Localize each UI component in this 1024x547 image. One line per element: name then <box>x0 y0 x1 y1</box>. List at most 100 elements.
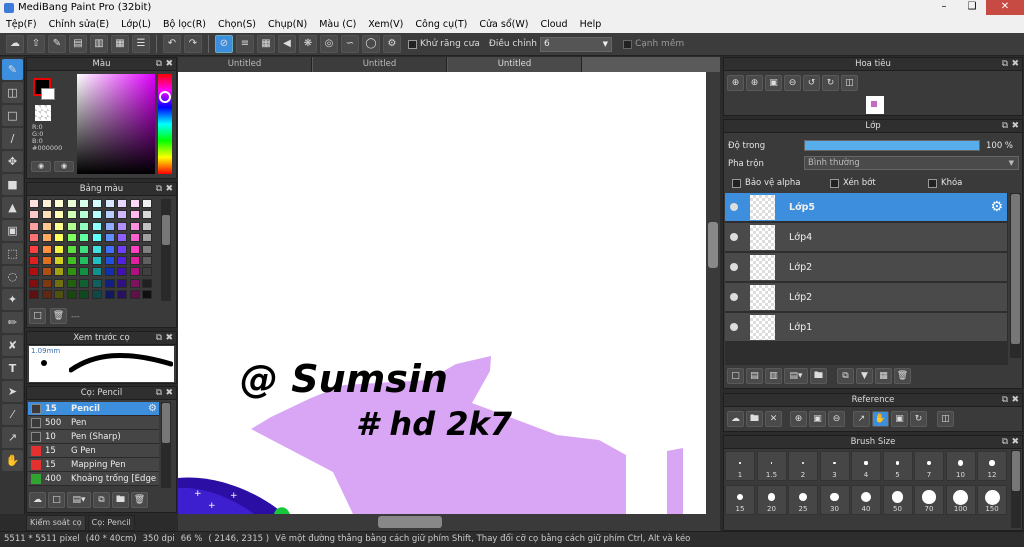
brush-size-option[interactable]: 100 <box>945 485 976 515</box>
zoom-fit-icon[interactable]: ⊕ <box>746 75 763 91</box>
magic-wand-icon[interactable]: ✦ <box>2 289 23 310</box>
palette-swatch[interactable] <box>117 267 128 277</box>
clipping-checkbox[interactable] <box>830 178 839 188</box>
palette-swatch[interactable] <box>41 210 52 220</box>
palette-swatch[interactable] <box>79 290 90 300</box>
copy-layer-icon[interactable]: ▥ <box>765 368 782 384</box>
palette-swatch[interactable] <box>117 244 128 254</box>
brush-size-scroll-thumb[interactable] <box>1012 451 1020 491</box>
brush-size-scrollbar[interactable] <box>1011 450 1021 528</box>
palette-swatch[interactable] <box>29 233 39 243</box>
tab-brush-control[interactable]: Kiểm soát cọ <box>26 515 86 531</box>
eraser-tool-icon[interactable]: ◫ <box>2 82 23 103</box>
page-icon[interactable]: ▥ <box>90 35 108 53</box>
drawing-canvas[interactable]: + + + @ Sumsin # hd 2k7 <box>178 72 706 514</box>
visibility-icon[interactable] <box>730 263 738 271</box>
color-slider-icon[interactable]: ◉ <box>54 161 74 172</box>
palette-swatch[interactable] <box>66 210 77 220</box>
hand-tool-icon[interactable]: ✋ <box>2 450 23 471</box>
radial-snap-icon[interactable]: ❋ <box>299 35 317 53</box>
fill-rect-tool-icon[interactable]: ■ <box>2 174 23 195</box>
layer-scroll-thumb[interactable] <box>1011 194 1020 344</box>
gradient-tool-icon[interactable]: ▣ <box>2 220 23 241</box>
palette-swatch[interactable] <box>79 221 90 231</box>
vanishing-snap-icon[interactable]: ◀ <box>278 35 296 53</box>
folder-icon[interactable]: 🖿 <box>810 368 827 384</box>
palette-swatch[interactable] <box>142 267 153 277</box>
merge-icon[interactable]: ▼ <box>856 368 873 384</box>
palette-swatch[interactable] <box>54 244 65 254</box>
palette-swatch[interactable] <box>129 221 140 231</box>
cloud-icon[interactable]: ☁ <box>727 411 744 427</box>
minimize-button[interactable]: – <box>930 0 958 15</box>
palette-swatch[interactable] <box>79 210 90 220</box>
eyedropper2-tool-icon[interactable]: ↗ <box>2 427 23 448</box>
cloud-icon[interactable]: ☁ <box>6 35 24 53</box>
cross-snap-icon[interactable]: ▦ <box>257 35 275 53</box>
open-folder-icon[interactable]: 🖿 <box>746 411 763 427</box>
settings-icon[interactable]: ⚙ <box>383 35 401 53</box>
palette-swatch[interactable] <box>104 221 115 231</box>
palette-swatch[interactable] <box>92 290 102 300</box>
menu-window[interactable]: Cửa sổ(W) <box>479 19 528 30</box>
palette-swatch[interactable] <box>54 256 65 265</box>
palette-swatch[interactable] <box>129 267 140 277</box>
add-layer-menu-icon[interactable]: ▤▾ <box>784 368 808 384</box>
brush-size-option[interactable]: 5 <box>882 451 913 481</box>
palette-swatch[interactable] <box>142 278 153 288</box>
close-icon[interactable]: ✖ <box>165 58 173 71</box>
new-palette-icon[interactable]: □ <box>29 308 46 324</box>
palette-swatch[interactable] <box>142 221 153 231</box>
list-icon[interactable]: ☰ <box>132 35 150 53</box>
lasso-tool-icon[interactable]: ◌ <box>2 266 23 287</box>
fit-screen-icon[interactable]: ▣ <box>765 75 782 91</box>
zoom-out-icon[interactable]: ⊖ <box>828 411 845 427</box>
flip-icon[interactable]: ◫ <box>841 75 858 91</box>
palette-swatch[interactable] <box>129 210 140 220</box>
duplicate-icon[interactable]: ⧉ <box>837 368 854 384</box>
layer-settings-icon[interactable]: ▦ <box>875 368 892 384</box>
text-tool-icon[interactable]: T <box>2 358 23 379</box>
palette-swatch[interactable] <box>54 278 65 288</box>
close-icon[interactable]: ✖ <box>1011 394 1019 407</box>
menu-tools[interactable]: Công cụ(T) <box>415 19 467 30</box>
palette-swatch[interactable] <box>92 210 102 220</box>
select-eraser-icon[interactable]: ✘ <box>2 335 23 356</box>
palette-swatch[interactable] <box>142 256 153 265</box>
palette-swatch[interactable] <box>79 256 90 265</box>
brush-item-g-pen[interactable]: 15 G Pen <box>28 444 159 458</box>
palette-swatch[interactable] <box>117 221 128 231</box>
zoom-out-icon[interactable]: ⊖ <box>784 75 801 91</box>
vertical-scroll-thumb[interactable] <box>708 222 718 268</box>
layer-row[interactable]: Lớp5 ⚙ <box>725 193 1007 222</box>
new-brush-icon[interactable]: □ <box>48 492 65 508</box>
brush-size-option[interactable]: 25 <box>788 485 818 515</box>
palette-swatch[interactable] <box>29 278 39 288</box>
transparent-swatch[interactable] <box>35 105 51 121</box>
close-icon[interactable]: ✖ <box>1011 58 1019 71</box>
palette-swatch[interactable] <box>92 256 102 265</box>
close-icon[interactable]: ✖ <box>165 183 173 196</box>
brush-size-option[interactable]: 20 <box>756 485 787 515</box>
palette-swatch[interactable] <box>92 199 102 208</box>
palette-swatch[interactable] <box>66 256 77 265</box>
new-layer-alt-icon[interactable]: ▤ <box>746 368 763 384</box>
palette-swatch[interactable] <box>92 233 102 243</box>
menu-layer[interactable]: Lớp(L) <box>121 19 151 30</box>
hue-handle[interactable] <box>159 91 171 103</box>
navigator-thumbnail[interactable] <box>866 96 884 114</box>
tab-untitled-1[interactable]: Untitled <box>178 57 312 72</box>
tab-untitled-3[interactable]: Untitled <box>448 57 582 72</box>
gear-icon[interactable]: ⚙ <box>148 403 157 414</box>
select-pen-icon[interactable]: ✏ <box>2 312 23 333</box>
menu-filter[interactable]: Bộ lọc(R) <box>163 19 206 30</box>
palette-swatch[interactable] <box>29 256 39 265</box>
palette-swatch[interactable] <box>104 199 115 208</box>
palette-swatch[interactable] <box>66 290 77 300</box>
palette-swatch[interactable] <box>104 244 115 254</box>
undock-icon[interactable]: ⧉ <box>156 183 162 196</box>
palette-swatch[interactable] <box>79 278 90 288</box>
palette-swatch[interactable] <box>66 199 77 208</box>
palette-swatch[interactable] <box>104 256 115 265</box>
zoom-in-icon[interactable]: ⊕ <box>790 411 807 427</box>
